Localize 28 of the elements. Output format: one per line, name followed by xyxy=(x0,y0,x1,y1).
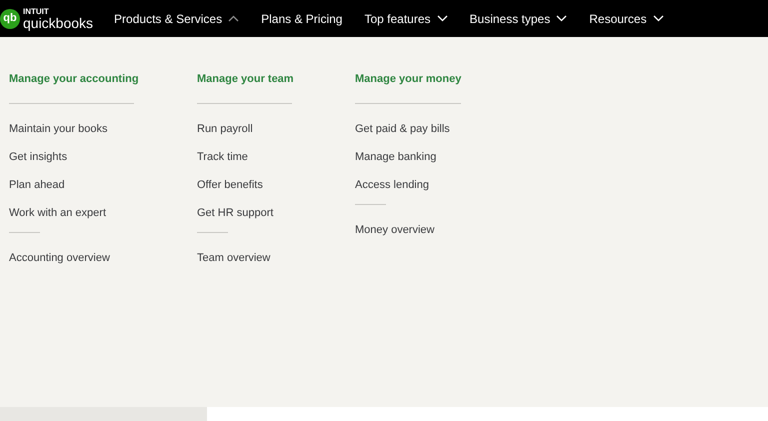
column-heading: Manage your team xyxy=(197,72,295,87)
menu-link[interactable]: Maintain your books xyxy=(9,121,108,137)
chevron-down-icon xyxy=(556,15,568,22)
menu-link[interactable]: Run payroll xyxy=(197,121,253,137)
menu-link[interactable]: Get HR support xyxy=(197,205,274,221)
nav-menu-item[interactable]: Top features xyxy=(364,10,448,28)
product-text: quickbooks xyxy=(23,16,94,30)
menu-link[interactable]: Get paid & pay bills xyxy=(355,121,450,137)
menu-link[interactable]: Track time xyxy=(197,149,248,165)
brand-text: INTUIT xyxy=(23,8,50,16)
menu-link[interactable]: Plan ahead xyxy=(9,177,65,193)
menu-link[interactable]: Get insights xyxy=(9,149,68,165)
overview-link[interactable]: Accounting overview xyxy=(9,250,110,266)
nav-menu-item[interactable]: Products & Services xyxy=(114,10,240,28)
column-heading: Manage your accounting xyxy=(9,72,140,87)
menu-link[interactable]: Work with an expert xyxy=(9,205,106,221)
nav-menu-item[interactable]: Resources xyxy=(589,10,664,28)
chevron-down-icon xyxy=(436,15,448,22)
menu-link[interactable]: Offer benefits xyxy=(197,177,263,193)
chevron-up-icon xyxy=(228,15,240,22)
chevron-down-icon xyxy=(652,15,664,22)
overview-link[interactable]: Money overview xyxy=(355,222,434,238)
column-heading: Manage your money xyxy=(355,72,462,87)
menu-link[interactable]: Access lending xyxy=(355,177,429,193)
nav-menu-item[interactable]: Plans & Pricing xyxy=(261,10,342,28)
menu-link[interactable]: Manage banking xyxy=(355,149,436,165)
nav-menu-item[interactable]: Business types xyxy=(470,10,568,28)
overview-link[interactable]: Team overview xyxy=(197,250,270,266)
